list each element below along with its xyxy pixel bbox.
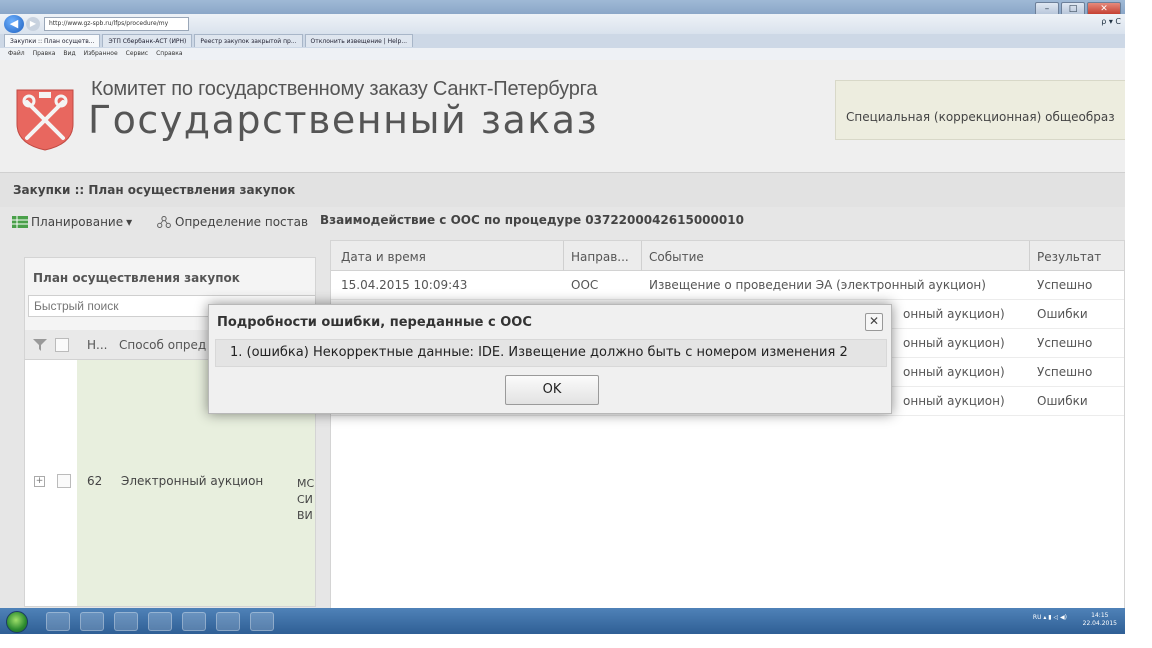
cell-result: Ошибки	[1037, 394, 1088, 408]
chrome-taskbar-icon[interactable]	[114, 612, 138, 631]
cell-datetime: 15.04.2015 10:09:43	[341, 278, 468, 292]
address-bar[interactable]: http://www.gz-spb.ru/lfps/procedure/my	[44, 17, 189, 31]
column-separator	[563, 241, 564, 271]
network-icon	[157, 216, 171, 228]
cell-result: Ошибки	[1037, 307, 1088, 321]
cell-event: онный аукцион)	[903, 307, 1005, 321]
app-taskbar-icon[interactable]	[148, 612, 172, 631]
column-datetime[interactable]: Дата и время	[341, 250, 426, 264]
breadcrumb: Закупки :: План осуществления закупок	[13, 183, 296, 197]
cell-event: онный аукцион)	[903, 336, 1005, 350]
toolbar: Планирование ▾ Определение постав	[0, 207, 320, 237]
windows-taskbar: RU ▴ ▮ ◁ ◀) 14:15 22.04.2015	[0, 608, 1125, 634]
menu-tools[interactable]: Сервис	[126, 48, 148, 60]
column-direction[interactable]: Направ...	[571, 250, 629, 264]
ie-taskbar-icon[interactable]	[80, 612, 104, 631]
media-taskbar-icon[interactable]	[216, 612, 240, 631]
column-method[interactable]: Способ опред	[119, 338, 206, 352]
menu-help[interactable]: Справка	[156, 48, 182, 60]
screen: – □ ✕ ◀ ▶ http://www.gz-spb.ru/lfps/proc…	[0, 0, 1125, 634]
arrow-left-icon: ◀	[9, 17, 19, 30]
acrobat-taskbar-icon[interactable]	[182, 612, 206, 631]
row-extra-line: СИ	[297, 493, 313, 506]
browser-nav-bar: ◀ ▶ http://www.gz-spb.ru/lfps/procedure/…	[0, 14, 1125, 34]
header-info-box: Специальная (коррекционная) общеобраз	[835, 80, 1125, 140]
planning-menu-button[interactable]: Планирование ▾	[12, 215, 132, 229]
site-name: Государственный заказ	[88, 98, 599, 142]
cell-result: Успешно	[1037, 336, 1093, 350]
row-extra-line: МС	[297, 477, 315, 490]
close-icon: ✕	[868, 314, 880, 328]
row-extra-line: ВИ	[297, 509, 313, 522]
breadcrumb-bar: Закупки :: План осуществления закупок	[0, 172, 1125, 207]
error-details-dialog: Подробности ошибки, переданные с ООС ✕ 1…	[208, 304, 892, 414]
table-icon	[12, 216, 28, 228]
cell-direction: ООС	[571, 278, 599, 292]
column-separator	[641, 241, 642, 271]
cell-result: Успешно	[1037, 278, 1093, 292]
clock-date: 22.04.2015	[1082, 620, 1117, 627]
caret-down-icon: ▾	[126, 215, 133, 229]
forward-button[interactable]: ▶	[26, 17, 40, 31]
column-result[interactable]: Результат	[1037, 250, 1101, 264]
column-separator	[1029, 241, 1030, 271]
menu-edit[interactable]: Правка	[33, 48, 56, 60]
column-event[interactable]: Событие	[649, 250, 704, 264]
menu-file[interactable]: Файл	[8, 48, 25, 60]
supplier-label: Определение постав	[175, 215, 309, 229]
interaction-grid-header: Дата и время Направ... Событие Результат	[331, 241, 1124, 271]
browser-menu-bar: Файл Правка Вид Избранное Сервис Справка	[0, 48, 1125, 60]
row-checkbox[interactable]	[57, 474, 71, 488]
page-header: Комитет по государственному заказу Санкт…	[0, 60, 1125, 172]
expand-row-button[interactable]: +	[34, 476, 45, 487]
panel-title: План осуществления закупок	[33, 271, 240, 285]
cell-event: онный аукцион)	[903, 394, 1005, 408]
cell-event: Извещение о проведении ЭА (электронный а…	[649, 278, 986, 292]
dialog-title: Подробности ошибки, переданные с ООС	[217, 315, 532, 330]
ok-button[interactable]: OK	[505, 375, 599, 405]
filter-icon	[33, 339, 47, 351]
tab-sberbank-ast[interactable]: ЭТП Сбербанк-АСТ (ИРН)	[102, 34, 193, 47]
interaction-panel-title: Взаимодействие с ООС по процедуре 037220…	[320, 213, 744, 227]
back-button[interactable]: ◀	[4, 15, 24, 33]
start-button[interactable]	[6, 611, 28, 633]
system-tray[interactable]: RU ▴ ▮ ◁ ◀)	[1033, 614, 1067, 621]
dialog-close-button[interactable]: ✕	[865, 313, 883, 331]
row-extra: МС СИ ВИ	[297, 476, 314, 524]
row-method: Электронный аукцион	[121, 474, 264, 488]
nav-search-refresh[interactable]: ρ ▾ C	[1101, 17, 1121, 26]
cell-event: онный аукцион)	[903, 365, 1005, 379]
tab-otklonit[interactable]: Отклонить извещение | Help...	[304, 34, 414, 47]
column-number[interactable]: Н...	[87, 338, 107, 352]
coat-of-arms-logo	[16, 89, 74, 151]
clock[interactable]: 14:15 22.04.2015	[1083, 612, 1117, 628]
planning-label: Планирование	[31, 215, 124, 229]
cell-result: Успешно	[1037, 365, 1093, 379]
explorer-taskbar-icon[interactable]	[46, 612, 70, 631]
select-all-checkbox[interactable]	[55, 338, 69, 352]
error-message: 1. (ошибка) Некорректные данные: IDE. Из…	[215, 339, 887, 367]
browser-tabs: Закупки :: План осущетв... ЭТП Сбербанк-…	[0, 34, 1125, 48]
table-row[interactable]: 15.04.2015 10:09:43 ООС Извещение о пров…	[331, 271, 1124, 300]
interaction-grid: Дата и время Направ... Событие Результат…	[330, 240, 1125, 610]
supplier-definition-button[interactable]: Определение постав	[156, 215, 308, 229]
menu-view[interactable]: Вид	[63, 48, 75, 60]
tab-zakupki[interactable]: Закупки :: План осущетв...	[4, 34, 101, 47]
tab-reestr[interactable]: Реестр закупок закрытой пр...	[194, 34, 303, 47]
arrow-right-icon: ▶	[29, 19, 37, 28]
row-number: 62	[87, 474, 103, 488]
clock-time: 14:15	[1091, 612, 1109, 619]
menu-favorites[interactable]: Избранное	[84, 48, 118, 60]
tool-taskbar-icon[interactable]	[250, 612, 274, 631]
